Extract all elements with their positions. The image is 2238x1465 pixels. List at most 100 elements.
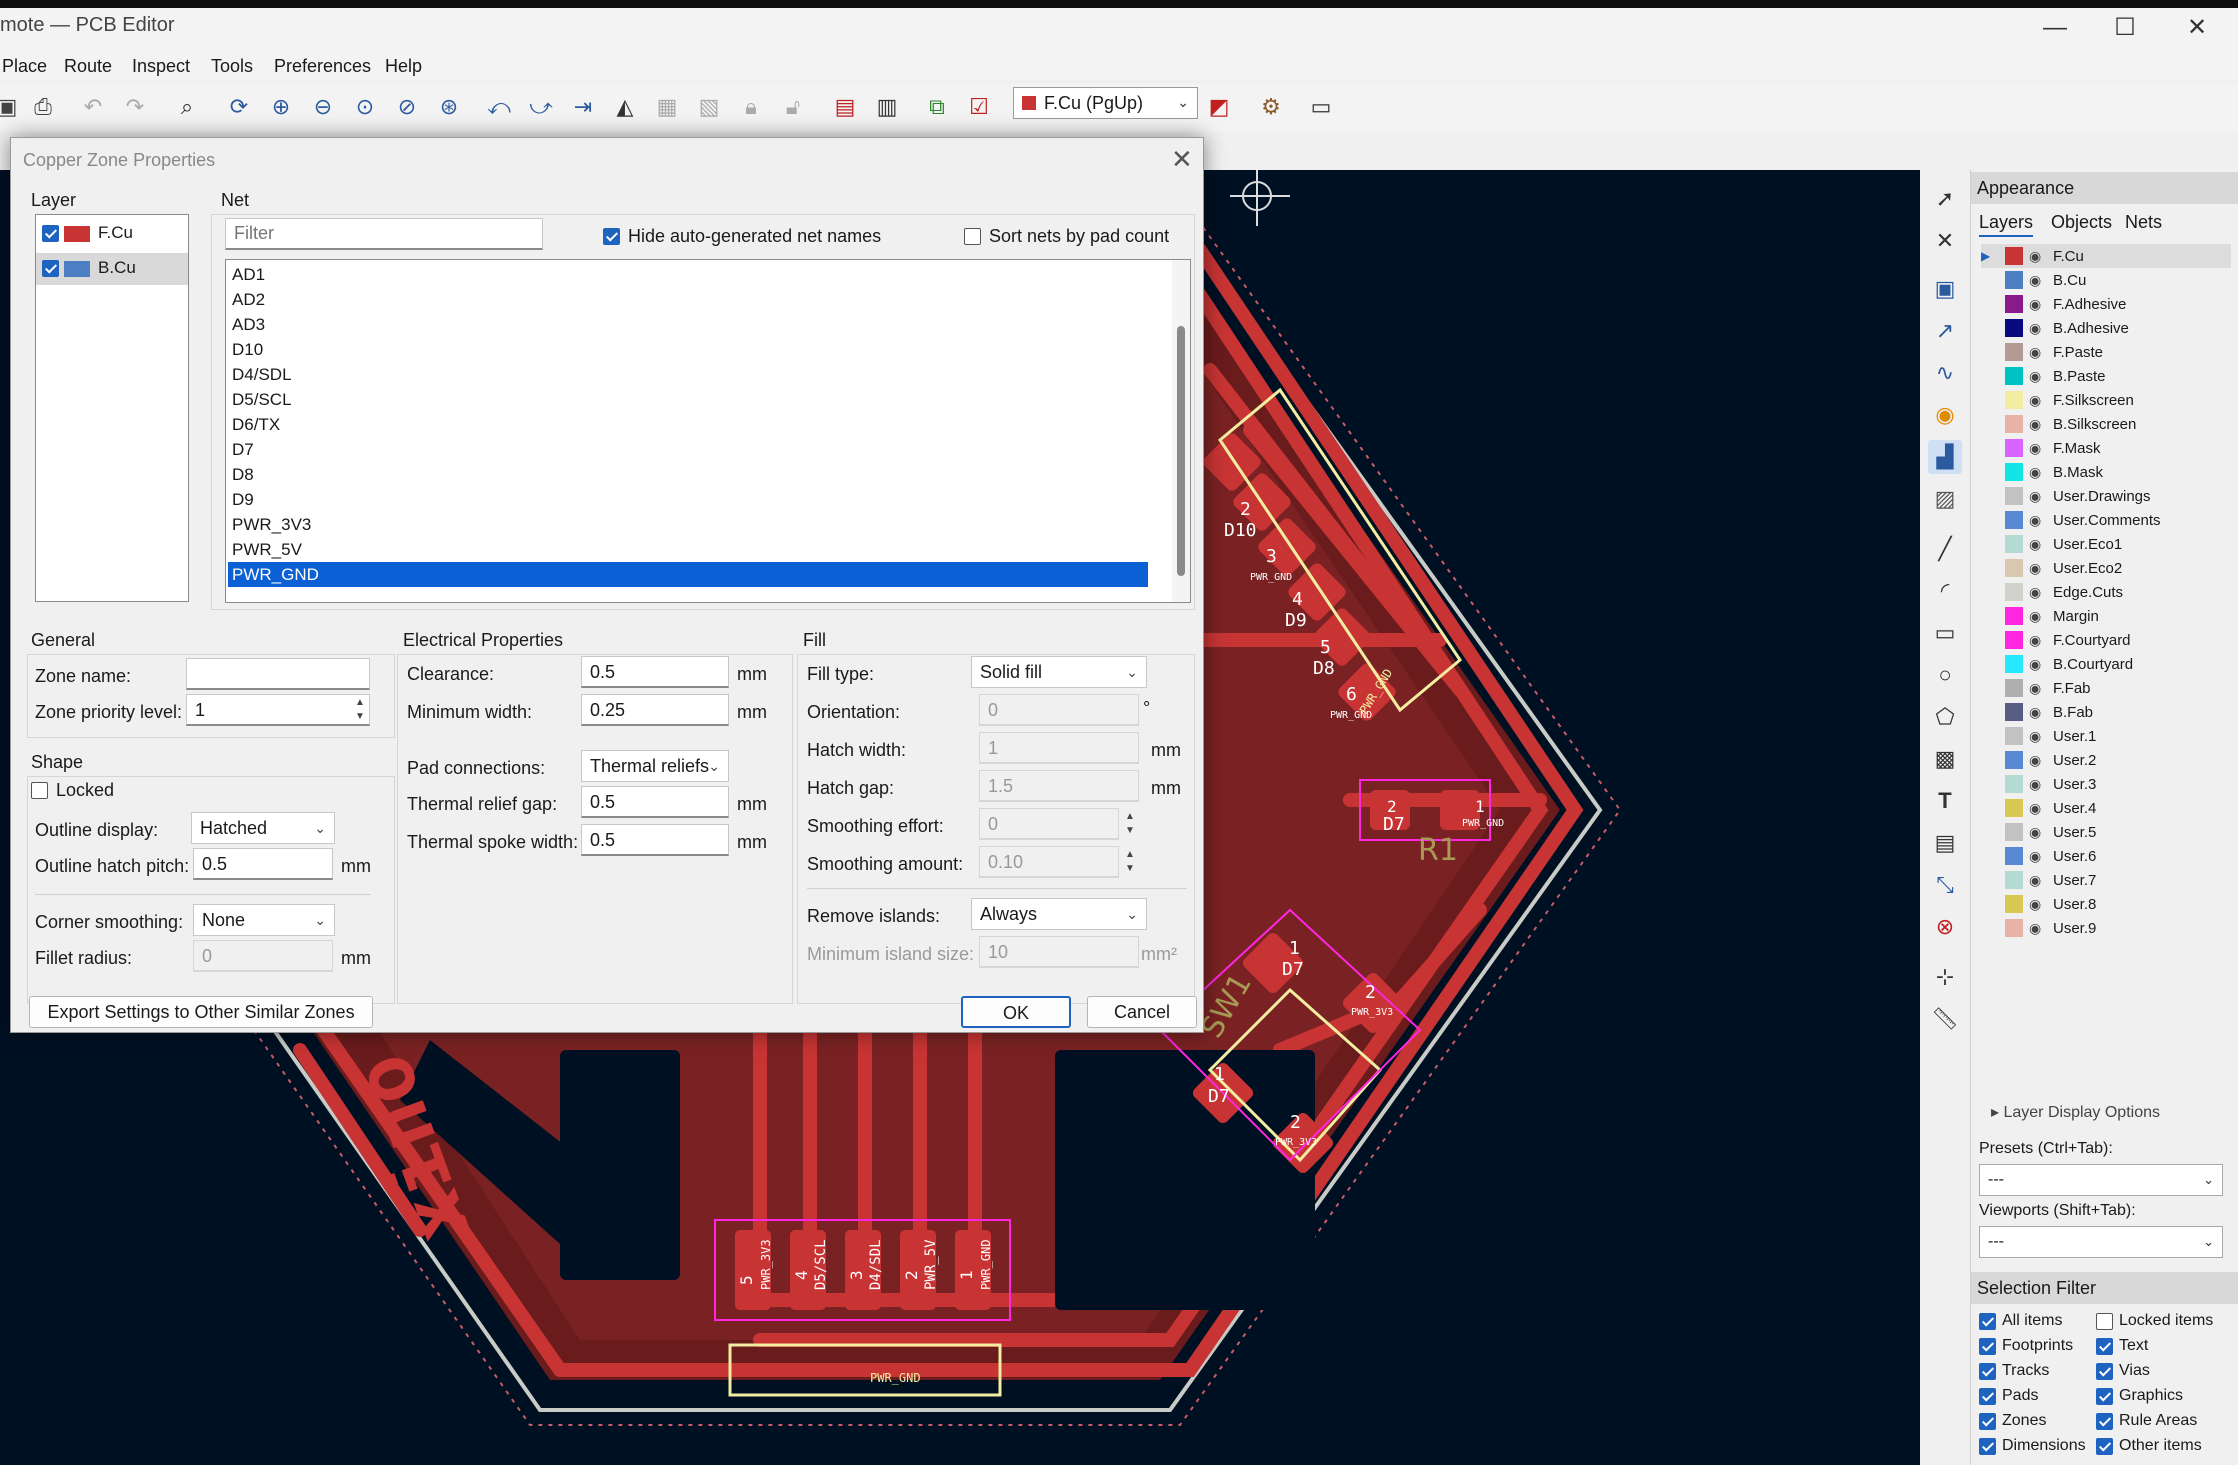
route-track-icon[interactable]: ↗ <box>1928 314 1962 348</box>
net-list-item[interactable]: D8 <box>228 462 1148 487</box>
layer-row[interactable]: ◉ F.Paste <box>1981 340 2231 364</box>
rotate-ccw-icon[interactable]: ⤺ <box>482 90 516 124</box>
eye-icon[interactable]: ◉ <box>2029 824 2045 841</box>
net-list-item[interactable]: PWR_GND <box>228 562 1148 587</box>
layer-item-bcu[interactable]: B.Cu <box>36 253 188 285</box>
layer-color-swatch[interactable] <box>2005 511 2023 529</box>
layer-color-swatch[interactable] <box>2005 415 2023 433</box>
selection-filter-footprints[interactable]: Footprints <box>1979 1337 2073 1355</box>
refresh-icon[interactable]: ⟳ <box>222 90 256 124</box>
ungroup-icon[interactable]: ▧ <box>692 90 726 124</box>
rectangle-tool-icon[interactable]: ▭ <box>1928 616 1962 650</box>
zoom-objects-icon[interactable]: ⊘ <box>390 90 424 124</box>
layer-row[interactable]: ◉ B.Cu <box>1981 268 2231 292</box>
layer-row[interactable]: ◉ User.1 <box>1981 724 2231 748</box>
lock-icon[interactable]: 🔒︎ <box>734 90 768 124</box>
checkbox-box[interactable] <box>31 782 48 799</box>
layer-color-swatch[interactable] <box>2005 391 2023 409</box>
footprint-editor-icon[interactable]: ▤ <box>828 90 862 124</box>
spin-down-icon[interactable]: ▼ <box>1121 862 1139 875</box>
spin-up-icon[interactable]: ▲ <box>351 696 369 709</box>
net-list-scrollbar[interactable] <box>1172 260 1190 602</box>
layer-color-swatch[interactable] <box>2005 799 2023 817</box>
min-island-input[interactable]: 10 <box>979 936 1139 968</box>
tab-objects[interactable]: Objects <box>2051 212 2112 233</box>
selection-filter-dimensions[interactable]: Dimensions <box>1979 1437 2086 1455</box>
checkbox-box[interactable] <box>603 228 620 245</box>
hatch-gap-input[interactable]: 1.5 <box>979 770 1139 802</box>
flip-icon[interactable]: ⇥ <box>566 90 600 124</box>
save-icon[interactable]: ▣ <box>0 90 24 124</box>
layer-row[interactable]: ◉ User.9 <box>1981 916 2231 940</box>
layer-pair-icon[interactable]: ◩ <box>1202 90 1236 124</box>
layer-row[interactable]: ◉ B.Silkscreen <box>1981 412 2231 436</box>
spoke-width-input[interactable]: 0.5 <box>581 824 729 856</box>
layer-row[interactable]: ◉ F.Courtyard <box>1981 628 2231 652</box>
checkbox-box[interactable] <box>1979 1362 1996 1380</box>
eye-icon[interactable]: ◉ <box>2029 536 2045 553</box>
tab-nets[interactable]: Nets <box>2125 212 2162 233</box>
eye-icon[interactable]: ◉ <box>2029 416 2045 433</box>
layer-checkbox[interactable] <box>42 225 59 243</box>
zoom-out-icon[interactable]: ⊖ <box>306 90 340 124</box>
selection-filter-other-items[interactable]: Other items <box>2096 1437 2202 1455</box>
locked-checkbox[interactable]: Locked <box>31 780 114 801</box>
layer-row[interactable]: ◉ User.7 <box>1981 868 2231 892</box>
selection-filter-tracks[interactable]: Tracks <box>1979 1362 2049 1380</box>
menu-route[interactable]: Route <box>64 56 112 77</box>
console-icon[interactable]: ▭ <box>1304 90 1338 124</box>
layer-color-swatch[interactable] <box>2005 367 2023 385</box>
group-icon[interactable]: ▦ <box>650 90 684 124</box>
layer-color-swatch[interactable] <box>2005 607 2023 625</box>
circle-tool-icon[interactable]: ○ <box>1928 658 1962 692</box>
eye-icon[interactable]: ◉ <box>2029 704 2045 721</box>
eye-icon[interactable]: ◉ <box>2029 440 2045 457</box>
anchor-tool-icon[interactable]: ⊹ <box>1928 960 1962 994</box>
net-list-item[interactable]: D4/SDL <box>228 362 1148 387</box>
eye-icon[interactable]: ◉ <box>2029 608 2045 625</box>
drc-icon[interactable]: ☑ <box>962 90 996 124</box>
selection-filter-pads[interactable]: Pads <box>1979 1387 2038 1405</box>
measure-tool-icon[interactable]: 📏︎ <box>1928 1002 1962 1036</box>
min-width-input[interactable]: 0.25 <box>581 694 729 726</box>
rule-area-icon[interactable]: ▨ <box>1928 482 1962 516</box>
zone-name-input[interactable] <box>186 658 370 690</box>
layer-row[interactable]: ◉ User.2 <box>1981 748 2231 772</box>
fill-type-select[interactable]: Solid fill ⌄ <box>971 656 1147 688</box>
layer-row[interactable]: ◉ User.Eco1 <box>1981 532 2231 556</box>
layer-color-swatch[interactable] <box>2005 703 2023 721</box>
layer-row[interactable]: ◉ User.6 <box>1981 844 2231 868</box>
layer-color-swatch[interactable] <box>2005 847 2023 865</box>
checkbox-box[interactable] <box>2096 1387 2113 1405</box>
layer-row[interactable]: ◉ F.Adhesive <box>1981 292 2231 316</box>
menu-tools[interactable]: Tools <box>211 56 253 77</box>
text-tool-icon[interactable]: T <box>1928 784 1962 818</box>
eye-icon[interactable]: ◉ <box>2029 488 2045 505</box>
footprint-browser-icon[interactable]: ▥ <box>870 90 904 124</box>
layer-item-fcu[interactable]: F.Cu <box>36 219 188 249</box>
net-list[interactable]: AD1 AD2 AD3 D10 D4/SDL D5/SCL D6/TX D7 D8 D9 PWR_3… <box>225 259 1191 603</box>
net-filter-input[interactable] <box>225 218 543 250</box>
eye-icon[interactable]: ◉ <box>2029 632 2045 649</box>
textbox-tool-icon[interactable]: ▤ <box>1928 826 1962 860</box>
line-tool-icon[interactable]: ╱ <box>1928 532 1962 566</box>
layer-row[interactable]: ◉ User.Drawings <box>1981 484 2231 508</box>
layer-row[interactable]: ◉ Edge.Cuts <box>1981 580 2231 604</box>
smoothing-effort-input[interactable]: 0 <box>979 808 1119 840</box>
layer-row[interactable]: ◉ User.3 <box>1981 772 2231 796</box>
layer-color-swatch[interactable] <box>2005 439 2023 457</box>
net-list-item[interactable]: AD1 <box>228 262 1148 287</box>
scripting-icon[interactable]: ⚙ <box>1254 90 1288 124</box>
close-window-button[interactable]: ✕ <box>2172 10 2222 46</box>
layer-display-options[interactable]: ▸ Layer Display Options <box>1991 1102 2160 1122</box>
eye-icon[interactable]: ◉ <box>2029 680 2045 697</box>
eye-icon[interactable]: ◉ <box>2029 848 2045 865</box>
unlock-icon[interactable]: 🔓︎ <box>776 90 810 124</box>
local-ratsnest-icon[interactable]: ✕ <box>1928 224 1962 258</box>
layer-color-swatch[interactable] <box>2005 655 2023 673</box>
tab-layers[interactable]: Layers <box>1979 212 2034 237</box>
eye-icon[interactable]: ◉ <box>2029 296 2045 313</box>
menu-inspect[interactable]: Inspect <box>132 56 190 77</box>
net-list-item[interactable]: D6/TX <box>228 412 1148 437</box>
layer-color-swatch[interactable] <box>2005 295 2023 313</box>
